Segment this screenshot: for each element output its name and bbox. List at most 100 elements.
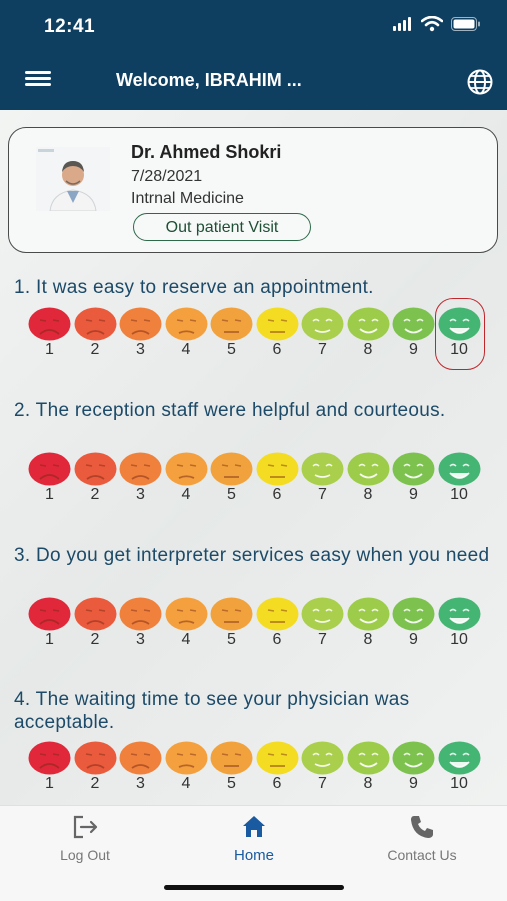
rating-number: 5 <box>227 341 236 358</box>
face-sad-icon <box>119 307 162 341</box>
rating-option-3[interactable]: 3 <box>119 307 162 359</box>
face-neutral-icon <box>210 597 253 631</box>
rating-number: 6 <box>272 486 282 503</box>
rating-option-2[interactable]: 2 <box>74 307 117 359</box>
face-very-sad-icon <box>28 307 71 341</box>
globe-icon[interactable] <box>466 68 494 96</box>
rating-number: 10 <box>450 775 468 792</box>
rating-option-6[interactable]: 6 <box>256 307 299 359</box>
status-icons <box>393 16 481 32</box>
face-very-sad-icon <box>28 741 71 775</box>
rating-option-6[interactable]: 6 <box>256 597 299 649</box>
rating-number: 7 <box>318 341 327 358</box>
rating-option-10[interactable]: 10 <box>438 597 481 649</box>
rating-number: 7 <box>318 486 327 503</box>
rating-number: 9 <box>409 341 418 358</box>
rating-option-1[interactable]: 1 <box>28 741 71 793</box>
rating-number: 4 <box>181 486 191 503</box>
app-header: 12:41 Welcome, IBRAHIM ... <box>0 0 507 110</box>
rating-option-8[interactable]: 8 <box>347 741 390 793</box>
rating-number: 3 <box>136 631 145 648</box>
rating-option-6[interactable]: 6 <box>256 452 299 504</box>
rating-option-1[interactable]: 1 <box>28 452 71 504</box>
rating-option-4[interactable]: 4 <box>165 452 208 504</box>
rating-option-3[interactable]: 3 <box>119 597 162 649</box>
face-happy-icon <box>392 452 435 486</box>
survey-content[interactable]: Dr. Ahmed Shokri 7/28/2021 Intrnal Medic… <box>0 110 507 805</box>
rating-option-7[interactable]: 7 <box>301 597 344 649</box>
face-very-sad-icon <box>28 452 71 486</box>
rating-number: 1 <box>45 775 54 792</box>
tab-log-out[interactable]: Log Out <box>10 814 160 874</box>
rating-option-5[interactable]: 5 <box>210 452 253 504</box>
rating-option-7[interactable]: 7 <box>301 741 344 793</box>
rating-number: 6 <box>272 341 282 358</box>
face-slightly-happy-icon <box>301 741 344 775</box>
face-very-happy-icon <box>438 307 480 341</box>
face-sad-icon <box>74 307 116 341</box>
face-neutral-icon <box>256 307 298 341</box>
rating-option-9[interactable]: 9 <box>392 452 435 504</box>
face-very-happy-icon <box>438 452 480 486</box>
rating-number: 5 <box>227 486 236 503</box>
rating-number: 2 <box>90 775 100 792</box>
face-happy-icon <box>347 452 389 486</box>
rating-number: 1 <box>45 341 54 358</box>
rating-number: 7 <box>318 775 327 792</box>
rating-option-4[interactable]: 4 <box>165 307 208 359</box>
rating-number: 10 <box>450 486 468 503</box>
rating-option-10[interactable]: 10 <box>438 741 481 793</box>
rating-number: 1 <box>45 486 54 503</box>
face-happy-icon <box>392 307 435 341</box>
rating-option-9[interactable]: 9 <box>392 307 435 359</box>
rating-option-3[interactable]: 3 <box>119 741 162 793</box>
rating-number: 4 <box>181 631 191 648</box>
rating-option-2[interactable]: 2 <box>74 597 117 649</box>
question-4-text: 4. The waiting time to see your physicia… <box>14 689 410 733</box>
rating-option-5[interactable]: 5 <box>210 597 253 649</box>
rating-option-5[interactable]: 5 <box>210 741 253 793</box>
rating-option-1[interactable]: 1 <box>28 307 71 359</box>
hamburger-menu-icon[interactable] <box>25 68 51 90</box>
rating-row-4: 1 2 3 4 5 6 7 8 9 10 <box>28 741 480 793</box>
face-sad-icon <box>119 741 162 775</box>
rating-number: 7 <box>318 631 327 648</box>
rating-option-10[interactable]: 10 <box>438 307 481 359</box>
rating-option-1[interactable]: 1 <box>28 597 71 649</box>
rating-number: 8 <box>363 486 373 503</box>
rating-number: 1 <box>45 631 54 648</box>
rating-option-8[interactable]: 8 <box>347 307 390 359</box>
doctor-photo <box>36 147 110 211</box>
rating-option-9[interactable]: 9 <box>392 597 435 649</box>
rating-option-6[interactable]: 6 <box>256 741 299 793</box>
face-slightly-sad-icon <box>165 597 207 631</box>
rating-option-8[interactable]: 8 <box>347 597 390 649</box>
rating-option-8[interactable]: 8 <box>347 452 390 504</box>
rating-option-5[interactable]: 5 <box>210 307 253 359</box>
rating-number: 8 <box>363 341 373 358</box>
rating-option-3[interactable]: 3 <box>119 452 162 504</box>
rating-option-10[interactable]: 10 <box>438 452 481 504</box>
face-happy-icon <box>347 307 389 341</box>
rating-row-3: 1 2 3 4 5 6 7 8 9 10 <box>28 597 480 649</box>
rating-number: 4 <box>181 341 191 358</box>
rating-option-7[interactable]: 7 <box>301 307 344 359</box>
rating-option-7[interactable]: 7 <box>301 452 344 504</box>
face-slightly-sad-icon <box>165 307 207 341</box>
tab-contact-us[interactable]: Contact Us <box>347 814 497 874</box>
rating-number: 6 <box>272 631 282 648</box>
face-neutral-icon <box>256 597 298 631</box>
rating-option-9[interactable]: 9 <box>392 741 435 793</box>
rating-number: 2 <box>90 486 100 503</box>
rating-option-4[interactable]: 4 <box>165 741 208 793</box>
rating-option-2[interactable]: 2 <box>74 452 117 504</box>
visit-date: 7/28/2021 <box>131 168 203 185</box>
doctor-specialty: Intrnal Medicine <box>131 190 244 207</box>
visit-type-button[interactable]: Out patient Visit <box>133 213 311 241</box>
rating-option-4[interactable]: 4 <box>165 597 208 649</box>
rating-row-1: 1 2 3 4 5 6 7 8 9 10 <box>28 298 485 370</box>
tab-home[interactable]: Home <box>179 814 329 874</box>
rating-option-2[interactable]: 2 <box>74 741 117 793</box>
question-1-text: 1. It was easy to reserve an appointment… <box>14 277 374 298</box>
rating-number: 3 <box>136 341 145 358</box>
